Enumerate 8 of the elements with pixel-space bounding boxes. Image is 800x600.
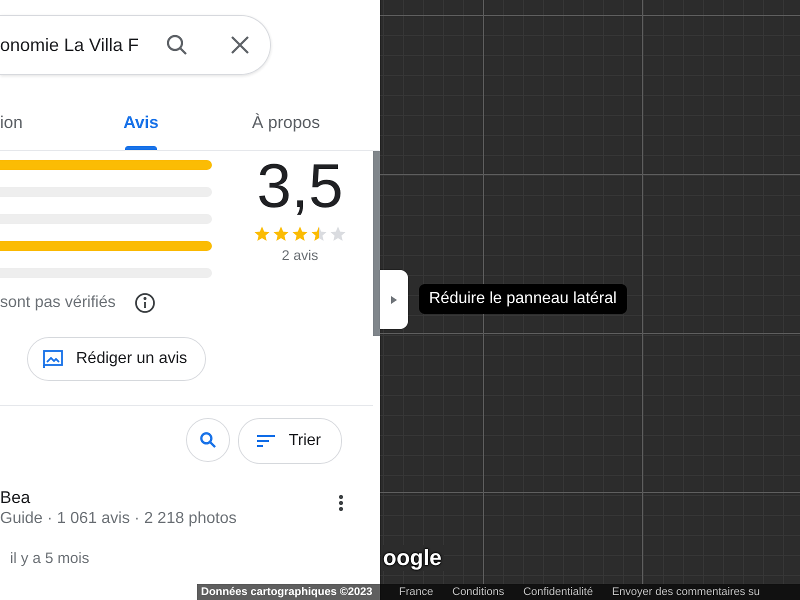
map-logo: oogle xyxy=(381,545,444,571)
reviewer-info: Guide · 1 061 avis · 2 218 photos xyxy=(0,510,237,528)
rating-score: 3,5 xyxy=(256,151,344,223)
review-count: 2 avis xyxy=(282,247,318,263)
tooltip: Réduire le panneau latéral xyxy=(419,284,627,314)
review-time: il y a 5 mois xyxy=(10,550,90,567)
map-attribution: Données cartographiques ©2023 xyxy=(197,584,380,600)
notice-text: sont pas vérifiés xyxy=(0,294,116,312)
